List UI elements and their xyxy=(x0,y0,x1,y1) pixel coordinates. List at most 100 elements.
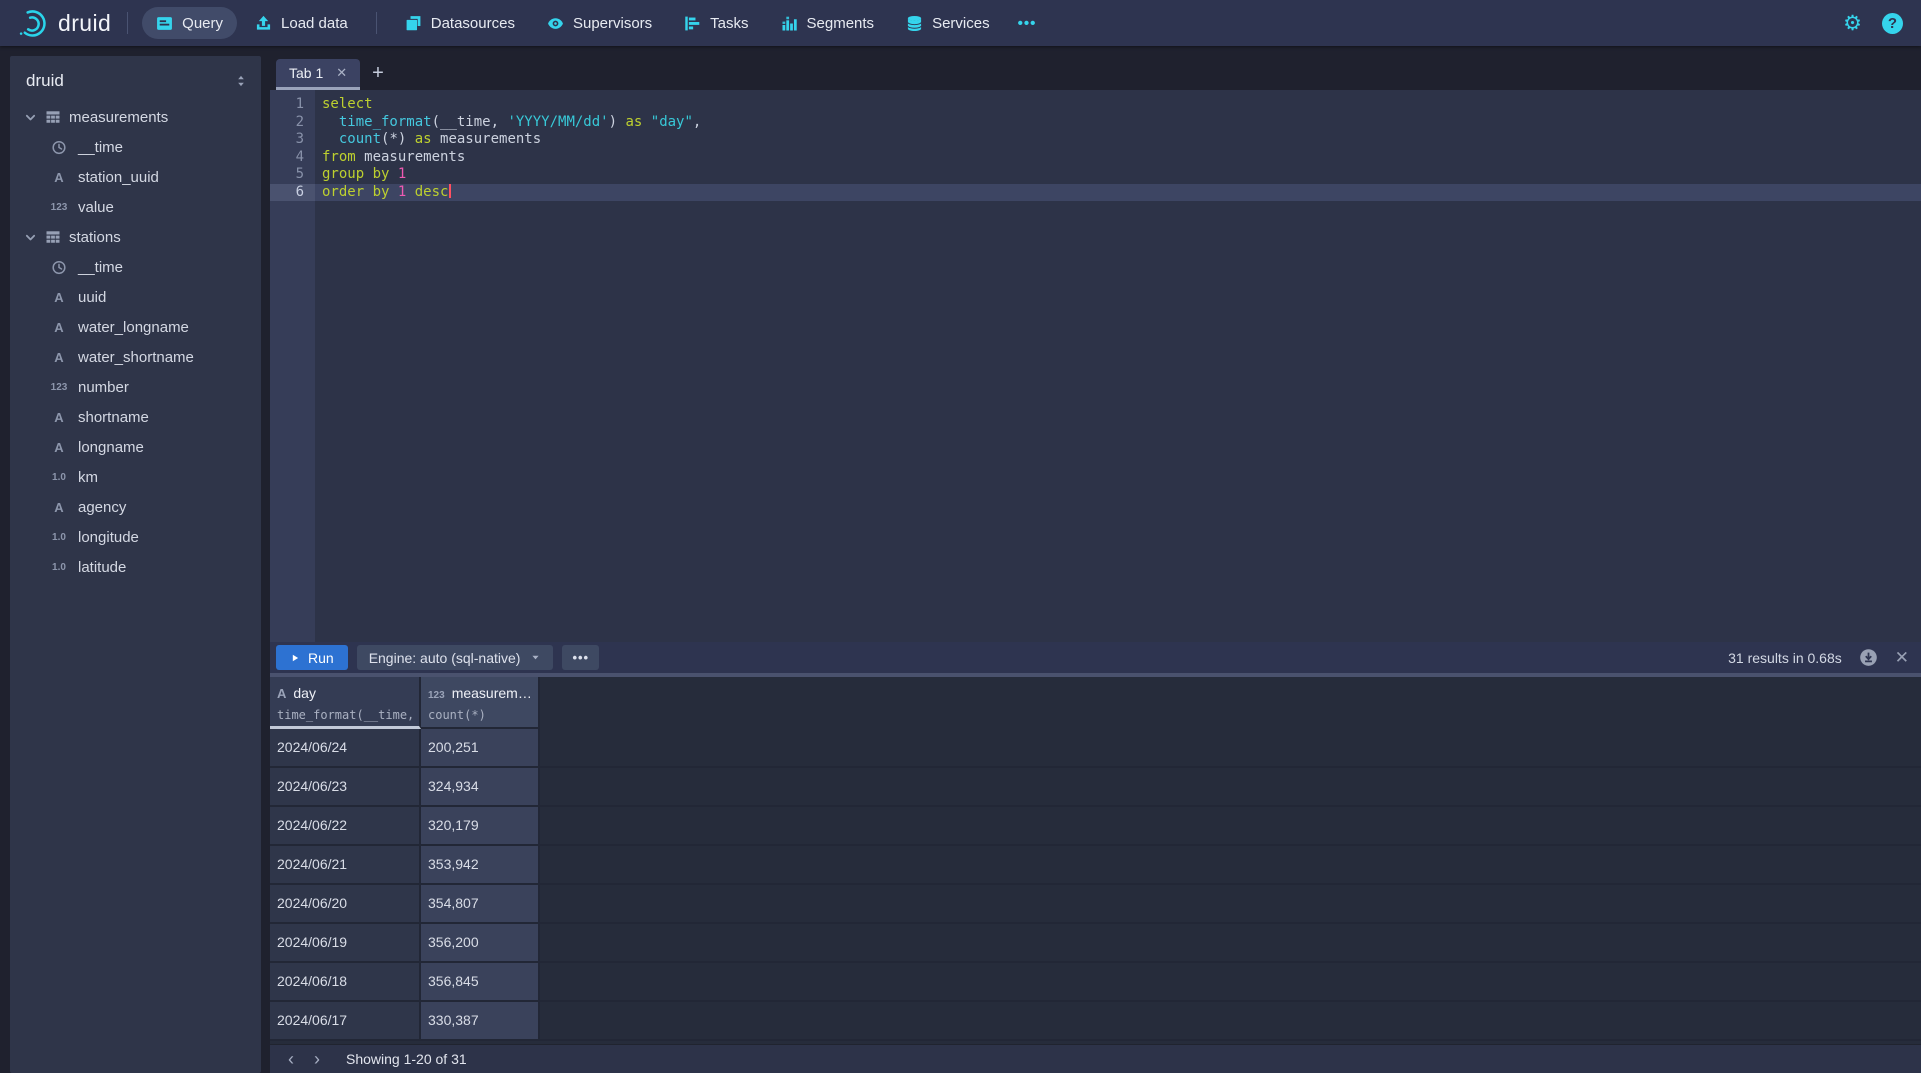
table-cell[interactable]: 2024/06/23 xyxy=(270,768,421,805)
nav-item-tasks[interactable]: Tasks xyxy=(670,7,762,39)
download-icon[interactable] xyxy=(1859,648,1878,667)
tree-column-longitude[interactable]: 1.0longitude xyxy=(10,522,261,552)
tab-close-icon[interactable]: ✕ xyxy=(336,65,347,81)
code-line[interactable]: select xyxy=(315,96,1921,114)
pagination-label: Showing 1-20 of 31 xyxy=(346,1051,467,1067)
table-cell[interactable]: 2024/06/21 xyxy=(270,846,421,883)
nav-divider xyxy=(376,12,377,34)
nav-item-label: Services xyxy=(932,15,990,32)
table-cell[interactable]: 330,387 xyxy=(421,1002,540,1039)
results-header: Adaytime_format(__time, …123measurem…cou… xyxy=(270,677,1921,729)
schema-tree: measurements__timeAstation_uuid123values… xyxy=(10,102,261,582)
column-name: shortname xyxy=(78,409,149,426)
tree-column-water-shortname[interactable]: Awater_shortname xyxy=(10,342,261,372)
nav-item-supervisors[interactable]: Supervisors xyxy=(533,7,666,39)
nav-item-label: Segments xyxy=(807,15,875,32)
upload-icon xyxy=(255,15,272,32)
code-line[interactable]: order by 1 desc xyxy=(315,184,1921,202)
column-name: latitude xyxy=(78,559,126,576)
tree-column-latitude[interactable]: 1.0 latitude xyxy=(10,552,261,582)
nav-item-services[interactable]: Services xyxy=(892,7,1004,39)
table-name: stations xyxy=(69,229,121,246)
tree-table-stations[interactable]: stations xyxy=(10,222,261,252)
nav-more-button[interactable]: ••• xyxy=(1006,15,1049,32)
table-cell[interactable]: 2024/06/18 xyxy=(270,963,421,1000)
druid-logo[interactable]: druid xyxy=(18,8,111,39)
gear-icon[interactable]: ⚙ xyxy=(1843,13,1862,34)
table-cell[interactable]: 356,200 xyxy=(421,924,540,961)
column-name: number xyxy=(78,379,129,396)
tree-column-km[interactable]: 1.0km xyxy=(10,462,261,492)
table-cell[interactable]: 356,845 xyxy=(421,963,540,1000)
tree-column-water-longname[interactable]: Awater_longname xyxy=(10,312,261,342)
chevron-down-icon xyxy=(24,231,37,244)
line-number: 6 xyxy=(270,184,315,202)
table-cell[interactable]: 324,934 xyxy=(421,768,540,805)
column-name: longname xyxy=(78,439,144,456)
column-name: longitude xyxy=(78,529,139,546)
tree-column-number[interactable]: 123 number xyxy=(10,372,261,402)
number-type-icon: 123 xyxy=(50,382,68,393)
bar-chart-icon xyxy=(781,15,798,32)
code-line[interactable]: time_format(__time, 'YYYY/MM/dd') as "da… xyxy=(315,114,1921,132)
tree-column-value[interactable]: 123value xyxy=(10,192,261,222)
column-expression: time_format(__time, … xyxy=(277,708,419,722)
table-row: 2024/06/23324,934 xyxy=(270,768,1921,807)
tree-column--time[interactable]: __time xyxy=(10,132,261,162)
nav-item-query[interactable]: Query xyxy=(142,7,237,39)
table-cell[interactable]: 2024/06/24 xyxy=(270,729,421,766)
nav-item-load-data[interactable]: Load data xyxy=(241,7,362,39)
tab-tab1[interactable]: Tab 1 ✕ xyxy=(276,59,360,90)
tree-column-longname[interactable]: Alongname xyxy=(10,432,261,462)
table-cell[interactable]: 2024/06/17 xyxy=(270,1002,421,1039)
console-icon xyxy=(156,15,173,32)
nav-item-label: Supervisors xyxy=(573,15,652,32)
text-cursor xyxy=(449,184,451,198)
column-name: uuid xyxy=(78,289,106,306)
results-column-header-measurem-[interactable]: 123measurem…count(*) xyxy=(421,677,540,729)
results-column-header-day[interactable]: Adaytime_format(__time, … xyxy=(270,677,421,729)
tree-column-agency[interactable]: Aagency xyxy=(10,492,261,522)
number-type-icon: 123 xyxy=(50,202,68,213)
column-name: water_longname xyxy=(78,319,189,336)
new-tab-button[interactable]: + xyxy=(360,62,396,85)
table-cell[interactable]: 320,179 xyxy=(421,807,540,844)
tree-column-shortname[interactable]: Ashortname xyxy=(10,402,261,432)
table-name: measurements xyxy=(69,109,168,126)
next-page-button[interactable]: › xyxy=(304,1046,330,1072)
nav-item-label: Tasks xyxy=(710,15,748,32)
double-caret-vertical-icon[interactable] xyxy=(234,74,248,88)
table-cell[interactable]: 2024/06/22 xyxy=(270,807,421,844)
code-line[interactable]: group by 1 xyxy=(315,166,1921,184)
table-row: 2024/06/19356,200 xyxy=(270,924,1921,963)
run-button[interactable]: Run xyxy=(276,645,348,670)
tree-table-measurements[interactable]: measurements xyxy=(10,102,261,132)
code-line[interactable]: count(*) as measurements xyxy=(315,131,1921,149)
table-cell[interactable]: 200,251 xyxy=(421,729,540,766)
help-icon[interactable]: ? xyxy=(1882,13,1903,34)
query-more-button[interactable]: ••• xyxy=(562,645,599,670)
table-cell[interactable]: 354,807 xyxy=(421,885,540,922)
close-results-icon[interactable]: ✕ xyxy=(1895,649,1909,666)
nav-item-segments[interactable]: Segments xyxy=(767,7,889,39)
table-cell[interactable]: 353,942 xyxy=(421,846,540,883)
table-row: 2024/06/17330,387 xyxy=(270,1002,1921,1041)
editor-code: select time_format(__time, 'YYYY/MM/dd')… xyxy=(315,90,1921,642)
nav-item-datasources[interactable]: Datasources xyxy=(391,7,529,39)
column-name: km xyxy=(78,469,98,486)
code-line[interactable]: from measurements xyxy=(315,149,1921,167)
line-number: 2 xyxy=(270,114,315,132)
play-icon xyxy=(290,653,300,663)
prev-page-button[interactable]: ‹ xyxy=(278,1046,304,1072)
eye-icon xyxy=(547,15,564,32)
tree-column-uuid[interactable]: Auuid xyxy=(10,282,261,312)
string-type-icon: A xyxy=(50,410,68,425)
table-cell[interactable]: 2024/06/20 xyxy=(270,885,421,922)
tree-column-station-uuid[interactable]: Astation_uuid xyxy=(10,162,261,192)
tree-column--time[interactable]: __time xyxy=(10,252,261,282)
float-type-icon: 1.0 xyxy=(50,562,68,573)
sql-editor[interactable]: 123456 select time_format(__time, 'YYYY/… xyxy=(270,90,1921,642)
table-cell[interactable]: 2024/06/19 xyxy=(270,924,421,961)
engine-select[interactable]: Engine: auto (sql-native) xyxy=(357,645,554,670)
column-type-icon: 123 xyxy=(428,690,445,701)
